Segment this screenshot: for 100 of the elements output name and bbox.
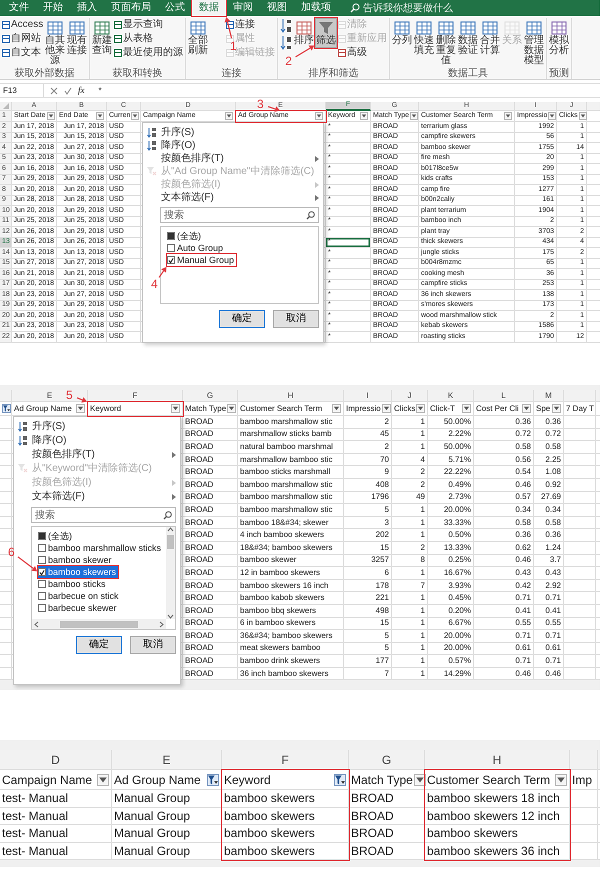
filter-button[interactable] xyxy=(334,774,346,786)
checkbox[interactable] xyxy=(38,568,46,576)
sort-button[interactable] xyxy=(279,35,294,51)
checkbox[interactable] xyxy=(167,256,175,264)
ribbon-button[interactable]: 自文本 xyxy=(1,46,44,59)
ribbon-button[interactable]: 现有连接 xyxy=(66,18,88,58)
filter-button[interactable] xyxy=(414,774,426,786)
filter-button[interactable] xyxy=(462,404,471,413)
ribbon-button[interactable]: 模拟分析 xyxy=(548,18,570,58)
ribbon-tab[interactable]: 视图 xyxy=(260,0,294,16)
ribbon-button[interactable]: 筛选 xyxy=(315,18,338,48)
step-number: 2 xyxy=(285,55,292,67)
menu-item[interactable]: 按颜色排序(T) xyxy=(17,448,176,462)
filter-button[interactable] xyxy=(46,112,55,120)
filter-button[interactable] xyxy=(555,774,567,786)
column-letter: F xyxy=(222,750,349,770)
horizontal-scrollbar[interactable] xyxy=(32,619,166,629)
search-field[interactable]: 搜索 xyxy=(31,507,176,523)
filter-button[interactable] xyxy=(552,404,561,413)
filter-button[interactable] xyxy=(227,404,236,413)
ribbon-tab[interactable]: 插入 xyxy=(70,0,104,16)
ribbon-tab[interactable]: 加载项 xyxy=(294,0,338,16)
filter-button[interactable] xyxy=(416,404,426,413)
filter-option[interactable]: bamboo sticks xyxy=(38,578,108,590)
cancel-button[interactable]: 取消 xyxy=(273,310,319,328)
ribbon-tab[interactable]: 页面布局 xyxy=(104,0,158,16)
filter-option[interactable]: Auto Group xyxy=(167,242,226,254)
filter-button[interactable] xyxy=(332,404,341,413)
menu-item[interactable]: 按颜色排序(T) xyxy=(146,152,319,165)
ok-button[interactable]: 确定 xyxy=(76,636,122,654)
checkbox[interactable] xyxy=(38,604,46,612)
filter-option[interactable]: barbecue on stick xyxy=(38,590,121,602)
menu-item[interactable]: 升序(S) xyxy=(17,420,176,434)
checkbox[interactable] xyxy=(167,244,175,252)
menu-item[interactable]: 文本筛选(F) xyxy=(146,191,319,204)
filter-button[interactable] xyxy=(360,112,368,120)
menu-item[interactable]: 升序(S) xyxy=(146,126,319,139)
ribbon-tab[interactable]: 开始 xyxy=(36,0,70,16)
ribbon-button[interactable]: 快速填充 xyxy=(413,18,436,58)
ribbon-tab[interactable]: 审阅 xyxy=(226,0,260,16)
insert-function-button[interactable]: fx xyxy=(78,84,84,98)
formula-value[interactable]: * xyxy=(90,84,102,96)
ribbon-button[interactable]: 自网站 xyxy=(1,32,44,45)
filter-option[interactable]: (全选) xyxy=(167,230,203,242)
filter-button[interactable] xyxy=(504,112,512,120)
ribbon-button[interactable]: 管理数据模型 xyxy=(523,18,546,68)
ribbon-button[interactable]: 删除重复值 xyxy=(435,18,458,68)
ribbon-tab[interactable]: 数据 xyxy=(192,0,226,16)
ribbon-button[interactable]: 从表格 xyxy=(113,32,184,45)
menu-item[interactable]: 降序(O) xyxy=(146,139,319,152)
ribbon-button[interactable]: 最近使用的源 xyxy=(113,46,184,59)
filter-button[interactable] xyxy=(522,404,531,413)
ribbon-button[interactable]: Access xyxy=(1,18,44,31)
filter-button[interactable] xyxy=(171,404,180,413)
filter-option[interactable]: barbecue skewer xyxy=(38,602,119,614)
ribbon-button[interactable]: 合并计算 xyxy=(479,18,502,58)
cancel-button[interactable]: 取消 xyxy=(130,636,176,654)
filter-option[interactable]: (全选) xyxy=(38,530,74,542)
scroll-thumb[interactable] xyxy=(60,620,138,628)
ribbon-tab[interactable]: 文件 xyxy=(2,0,36,16)
vertical-scrollbar[interactable] xyxy=(166,527,175,619)
filter-button[interactable] xyxy=(548,112,556,120)
ribbon-tab[interactable]: 公式 xyxy=(158,0,192,16)
filter-option[interactable]: Manual Group xyxy=(167,254,236,266)
ok-button[interactable]: 确定 xyxy=(219,310,265,328)
filter-button[interactable] xyxy=(2,404,11,413)
ribbon-button[interactable]: 自其他来源 xyxy=(44,18,66,68)
filter-button[interactable] xyxy=(410,112,418,120)
filter-button[interactable] xyxy=(315,112,323,120)
sort-button[interactable] xyxy=(279,18,294,34)
checkbox[interactable] xyxy=(38,592,46,600)
filter-button[interactable] xyxy=(76,404,85,413)
filter-option[interactable]: bamboo skewer xyxy=(38,554,114,566)
ribbon-button[interactable]: 排序 xyxy=(293,18,316,48)
filter-button[interactable] xyxy=(96,112,104,120)
tell-me-search[interactable]: 告诉我你想要做什么 xyxy=(346,0,457,16)
filter-button[interactable] xyxy=(131,112,140,120)
ribbon-button[interactable]: 显示查询 xyxy=(113,18,184,31)
checkbox[interactable] xyxy=(38,556,46,564)
name-box[interactable]: F13 xyxy=(0,84,44,97)
filter-button[interactable] xyxy=(207,774,219,786)
filter-button[interactable] xyxy=(382,404,391,413)
ribbon-button[interactable]: 全部刷新 xyxy=(187,18,210,58)
ribbon-button[interactable]: 高级 xyxy=(337,46,388,59)
ribbon-button[interactable]: 数据验证 xyxy=(457,18,480,58)
filter-option[interactable]: bamboo marshmallow sticks xyxy=(38,542,164,554)
ribbon-button[interactable]: 新建查询 xyxy=(91,18,114,58)
empty-cell xyxy=(0,642,12,656)
search-field[interactable]: 搜索 xyxy=(160,207,319,223)
menu-item[interactable]: 文本筛选(F) xyxy=(17,490,176,504)
filter-button[interactable] xyxy=(578,112,587,120)
ribbon-button[interactable]: 分列 xyxy=(391,18,414,48)
menu-item[interactable]: 降序(O) xyxy=(17,434,176,448)
filter-button[interactable] xyxy=(225,112,233,120)
filter-option[interactable]: bamboo skewers xyxy=(38,566,118,578)
filter-button[interactable] xyxy=(97,774,109,786)
table-cell: BROAD xyxy=(183,618,238,630)
checkbox[interactable] xyxy=(38,544,46,552)
checkbox[interactable] xyxy=(38,580,46,588)
scroll-thumb[interactable] xyxy=(167,535,174,549)
